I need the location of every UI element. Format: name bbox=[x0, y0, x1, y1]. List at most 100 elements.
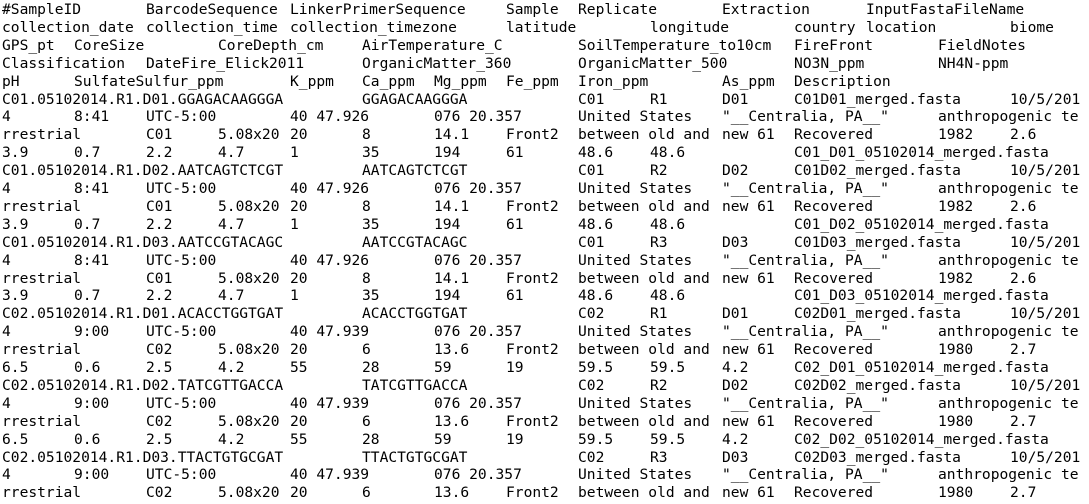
text-cell: InputFastaFileName bbox=[866, 1, 1025, 18]
text-cell: 28 bbox=[362, 359, 380, 376]
text-cell: 40 47.926 bbox=[290, 108, 370, 126]
text-cell: Recovered bbox=[794, 269, 874, 287]
text-cell: Front2 bbox=[506, 197, 559, 215]
text-cell: Front2 bbox=[506, 269, 559, 287]
text-cell: C01 bbox=[578, 90, 605, 108]
text-cell: 20 bbox=[290, 412, 308, 430]
text-cell: 8 bbox=[362, 197, 371, 215]
text-cell: C01D02_merged.fasta bbox=[794, 162, 961, 180]
text-cell: 35 bbox=[362, 144, 380, 162]
text-cell: 6 bbox=[362, 484, 371, 502]
text-cell: 48.6 bbox=[578, 287, 614, 305]
text-cell: 61 bbox=[506, 215, 524, 233]
text-cell: UTC-5:00 bbox=[146, 394, 217, 412]
text-cell: 59.5 bbox=[578, 430, 614, 448]
text-cell: GPS_pt bbox=[2, 36, 55, 54]
text-cell: 61 bbox=[506, 287, 524, 305]
text-cell: 10/5/201 bbox=[1010, 305, 1081, 323]
text-cell: 14.1 bbox=[434, 197, 470, 215]
text-cell: 8:41 bbox=[74, 108, 110, 126]
text-cell: Replicate bbox=[578, 1, 658, 18]
text-cell: 1 bbox=[290, 215, 299, 233]
text-cell: anthropogenic te bbox=[938, 251, 1079, 269]
text-cell: OrganicMatter_360 bbox=[362, 54, 512, 72]
text-cell: 10/5/201 bbox=[1010, 233, 1081, 251]
text-cell: SulfateSulfur_ppm bbox=[74, 72, 224, 90]
text-cell: 1982 bbox=[938, 126, 974, 144]
text-cell: 2.5 bbox=[146, 430, 173, 448]
text-cell: 5.08x20 bbox=[218, 269, 280, 287]
text-cell: 4 bbox=[2, 180, 11, 197]
text-cell: 1982 bbox=[938, 269, 974, 287]
text-cell: 13.6 bbox=[434, 412, 470, 430]
text-cell: "__Centralia, PA__" bbox=[722, 466, 889, 484]
text-cell: 3.9 bbox=[2, 215, 29, 233]
text-cell: Iron_ppm bbox=[578, 72, 649, 90]
text-cell: C02 bbox=[578, 305, 605, 323]
text-cell: R3 bbox=[650, 233, 668, 251]
text-cell: anthropogenic te bbox=[938, 466, 1079, 484]
text-cell: between old and bbox=[578, 412, 710, 430]
text-cell: 35 bbox=[362, 287, 380, 305]
text-cell: country bbox=[794, 18, 856, 36]
text-cell: 4.7 bbox=[218, 144, 245, 162]
text-cell: Front2 bbox=[506, 484, 559, 502]
text-cell: C01 bbox=[578, 162, 605, 180]
text-cell: UTC-5:00 bbox=[146, 323, 217, 341]
text-cell: 59.5 bbox=[650, 430, 686, 448]
text-cell: C02 bbox=[146, 484, 173, 502]
text-cell: 5.08x20 bbox=[218, 412, 280, 430]
text-cell: Recovered bbox=[794, 341, 874, 359]
text-cell: 8 bbox=[362, 126, 371, 144]
text-cell: OrganicMatter_500 bbox=[578, 54, 728, 72]
text-cell: 10/5/201 bbox=[1010, 90, 1081, 108]
text-cell: C01_D02_05102014_merged.fasta bbox=[794, 215, 1049, 233]
text-cell: 40 47.939 bbox=[290, 466, 370, 484]
text-cell: location bbox=[866, 18, 937, 36]
text-cell: TTACTGTGCGAT bbox=[362, 448, 468, 466]
text-cell: UTC-5:00 bbox=[146, 108, 217, 126]
text-cell: 2.6 bbox=[1010, 126, 1037, 144]
text-cell: 0.7 bbox=[74, 215, 101, 233]
text-cell: Sample bbox=[506, 1, 559, 18]
text-cell: 20 bbox=[290, 197, 308, 215]
text-cell: between old and bbox=[578, 269, 710, 287]
text-cell: 8 bbox=[362, 269, 371, 287]
text-cell: "__Centralia, PA__" bbox=[722, 180, 889, 197]
text-cell: R3 bbox=[650, 448, 668, 466]
text-cell: 1 bbox=[290, 144, 299, 162]
text-cell: 0.6 bbox=[74, 359, 101, 376]
text-cell: C02_D01_05102014_merged.fasta bbox=[794, 359, 1049, 376]
text-cell: C01 bbox=[578, 233, 605, 251]
text-cell: FieldNotes bbox=[938, 36, 1026, 54]
text-cell: AATCCGTACAGC bbox=[362, 233, 468, 251]
text-cell: anthropogenic te bbox=[938, 180, 1079, 197]
text-cell: 0.6 bbox=[74, 430, 101, 448]
text-cell: new 61 bbox=[722, 269, 775, 287]
text-cell: 5.08x20 bbox=[218, 126, 280, 144]
text-cell: C01 bbox=[146, 197, 173, 215]
text-cell: Recovered bbox=[794, 197, 874, 215]
text-cell: D03 bbox=[722, 233, 749, 251]
text-cell: anthropogenic te bbox=[938, 323, 1079, 341]
text-cell: C01 bbox=[146, 269, 173, 287]
text-cell: 4.2 bbox=[218, 430, 245, 448]
text-cell: pH bbox=[2, 72, 20, 90]
text-cell: 4.2 bbox=[722, 359, 749, 376]
text-cell: 40 47.926 bbox=[290, 180, 370, 197]
text-cell: 5.08x20 bbox=[218, 341, 280, 359]
text-cell: United States bbox=[578, 180, 693, 197]
text-cell: 40 47.939 bbox=[290, 323, 370, 341]
text-cell: CoreSize bbox=[74, 36, 145, 54]
text-cell: Front2 bbox=[506, 126, 559, 144]
text-cell: D01 bbox=[722, 90, 749, 108]
text-cell: 1980 bbox=[938, 484, 974, 502]
text-cell: Front2 bbox=[506, 412, 559, 430]
text-cell: LinkerPrimerSequence bbox=[290, 1, 466, 18]
text-cell: TATCGTTGACCA bbox=[362, 376, 468, 394]
text-cell: C02_D02_05102014_merged.fasta bbox=[794, 430, 1049, 448]
text-cell: 2.2 bbox=[146, 287, 173, 305]
text-cell: C02.05102014.R1.D03.TTACTGTGCGAT bbox=[2, 448, 284, 466]
text-cell: C02D03_merged.fasta bbox=[794, 448, 961, 466]
text-cell: 194 bbox=[434, 215, 461, 233]
